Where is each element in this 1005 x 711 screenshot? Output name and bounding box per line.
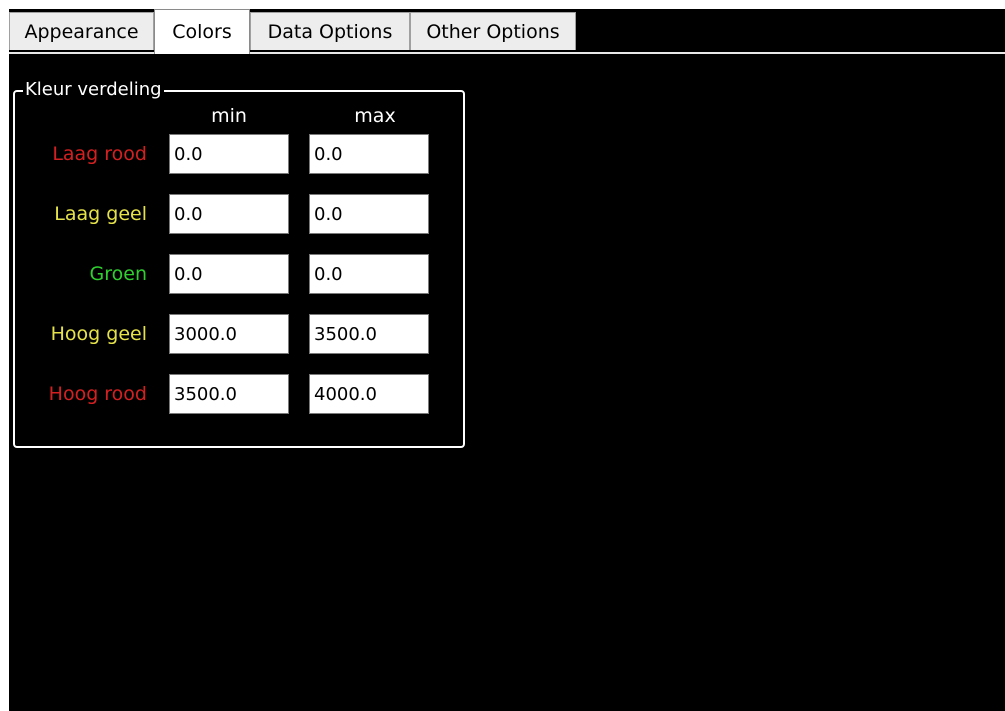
row-label-laag-rood: Laag rood <box>52 143 147 165</box>
laag-geel-min-field[interactable] <box>169 194 289 234</box>
tab-data-options[interactable]: Data Options <box>250 12 410 50</box>
min-column-header: min <box>211 105 247 127</box>
groen-min-field[interactable] <box>169 254 289 294</box>
groen-max-field[interactable] <box>309 254 429 294</box>
row-label-hoog-rood: Hoog rood <box>48 383 147 405</box>
colors-panel: Kleur verdeling min max Laag rood Laag g… <box>9 54 1005 711</box>
row-label-groen: Groen <box>89 263 147 285</box>
hoog-geel-min-field[interactable] <box>169 314 289 354</box>
kleur-verdeling-group: Kleur verdeling min max Laag rood Laag g… <box>13 79 465 448</box>
laag-geel-max-field[interactable] <box>309 194 429 234</box>
hoog-rood-min-field[interactable] <box>169 374 289 414</box>
laag-rood-min-field[interactable] <box>169 134 289 174</box>
group-title: Kleur verdeling <box>23 79 164 101</box>
tab-bar: Appearance Colors Data Options Other Opt… <box>9 9 1005 54</box>
tab-colors[interactable]: Colors <box>154 9 250 54</box>
laag-rood-max-field[interactable] <box>309 134 429 174</box>
tab-other-options[interactable]: Other Options <box>410 12 576 50</box>
hoog-geel-max-field[interactable] <box>309 314 429 354</box>
max-column-header: max <box>354 105 396 127</box>
row-label-hoog-geel: Hoog geel <box>50 323 147 345</box>
hoog-rood-max-field[interactable] <box>309 374 429 414</box>
tab-appearance[interactable]: Appearance <box>9 12 154 50</box>
row-label-laag-geel: Laag geel <box>54 203 147 225</box>
options-window: Appearance Colors Data Options Other Opt… <box>9 9 1005 711</box>
